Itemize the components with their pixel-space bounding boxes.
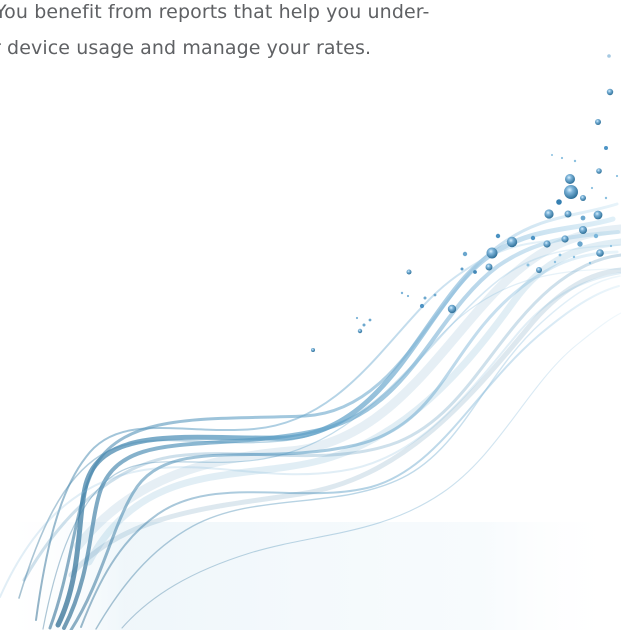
body-text-line-2: r device usage and manage your rates. <box>0 37 372 59</box>
flowing-ribbon-illustration <box>0 54 621 630</box>
body-text-line-1: You benefit from reports that help you u… <box>0 1 430 23</box>
document-page: You benefit from reports that help you u… <box>0 0 621 630</box>
floor-glow <box>0 522 621 630</box>
water-droplet-particles <box>311 54 619 352</box>
